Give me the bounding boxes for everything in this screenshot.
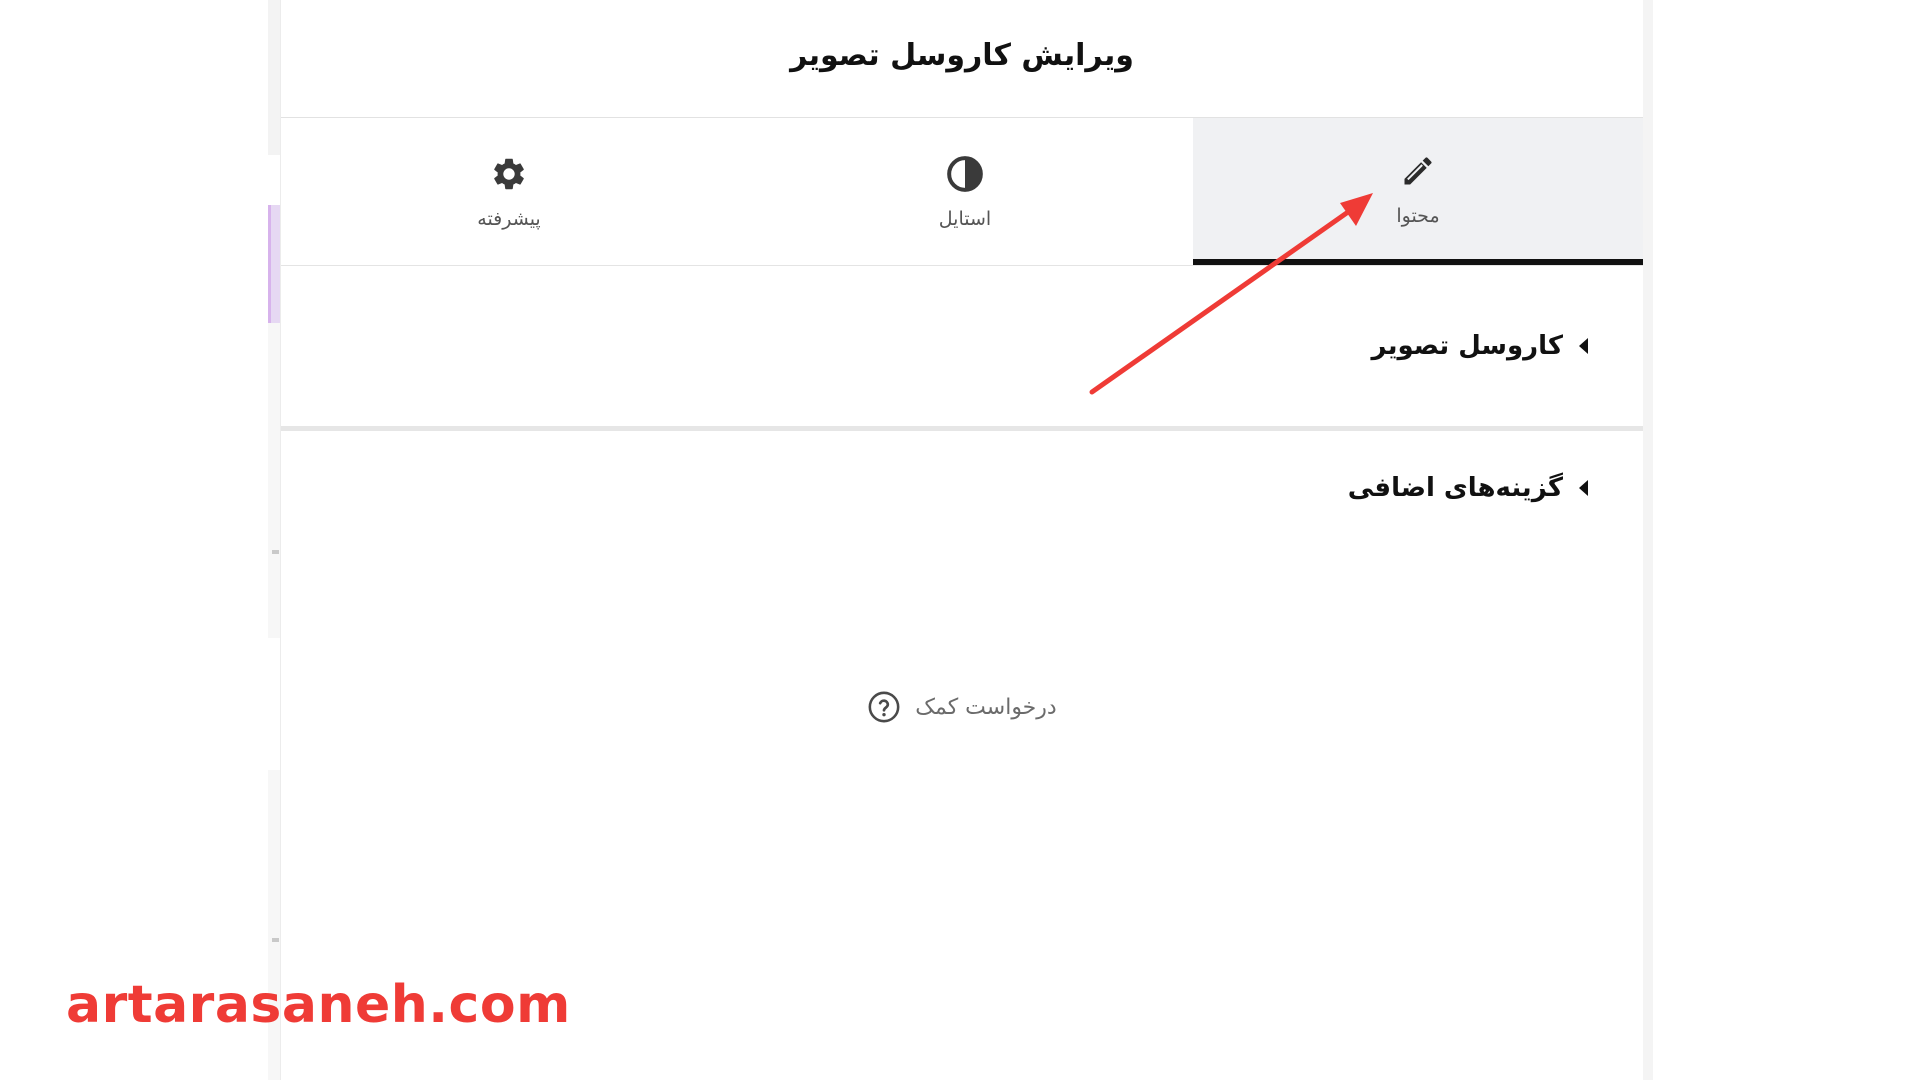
editor-tabs: محتوا استایل پیشرفته xyxy=(281,118,1643,266)
contrast-icon xyxy=(945,154,985,194)
background-tick xyxy=(272,938,279,942)
help-area: درخواست کمک xyxy=(281,690,1643,724)
caret-left-icon xyxy=(1579,338,1588,354)
tab-label-content: محتوا xyxy=(1396,204,1440,227)
pencil-icon xyxy=(1398,151,1438,191)
section-title: کاروسل تصویر xyxy=(1371,331,1563,361)
background-tick xyxy=(272,550,279,554)
screenshot-stage: ویرایش کاروسل تصویر محتوا استایل پیشرفته… xyxy=(0,0,1920,1080)
tab-label-advanced: پیشرفته xyxy=(477,207,541,230)
section-title: گزینه‌های اضافی xyxy=(1347,473,1563,503)
section-toggle[interactable]: کاروسل تصویر xyxy=(1372,331,1588,361)
section-additional-options[interactable]: گزینه‌های اضافی xyxy=(281,431,1643,551)
tab-content[interactable]: محتوا xyxy=(1193,118,1643,265)
panel-title: ویرایش کاروسل تصویر xyxy=(790,38,1134,73)
caret-left-icon xyxy=(1579,480,1588,496)
gear-icon xyxy=(489,154,529,194)
tab-label-style: استایل xyxy=(938,207,992,230)
section-image-carousel[interactable]: کاروسل تصویر xyxy=(281,266,1643,431)
tab-advanced[interactable]: پیشرفته xyxy=(281,118,737,265)
background-canvas-edge xyxy=(268,323,280,638)
watermark-text: artarasaneh.com xyxy=(66,975,571,1035)
question-circle-icon xyxy=(867,690,901,724)
help-link[interactable]: درخواست کمک xyxy=(867,690,1057,724)
panel-header: ویرایش کاروسل تصویر xyxy=(281,0,1643,118)
section-toggle[interactable]: گزینه‌های اضافی xyxy=(1348,473,1588,503)
background-selected-element-edge xyxy=(268,205,280,323)
tab-style[interactable]: استایل xyxy=(737,118,1193,265)
help-label: درخواست کمک xyxy=(915,694,1057,720)
background-canvas-edge xyxy=(268,0,280,155)
widget-editor-panel: ویرایش کاروسل تصویر محتوا استایل پیشرفته… xyxy=(280,0,1653,1080)
